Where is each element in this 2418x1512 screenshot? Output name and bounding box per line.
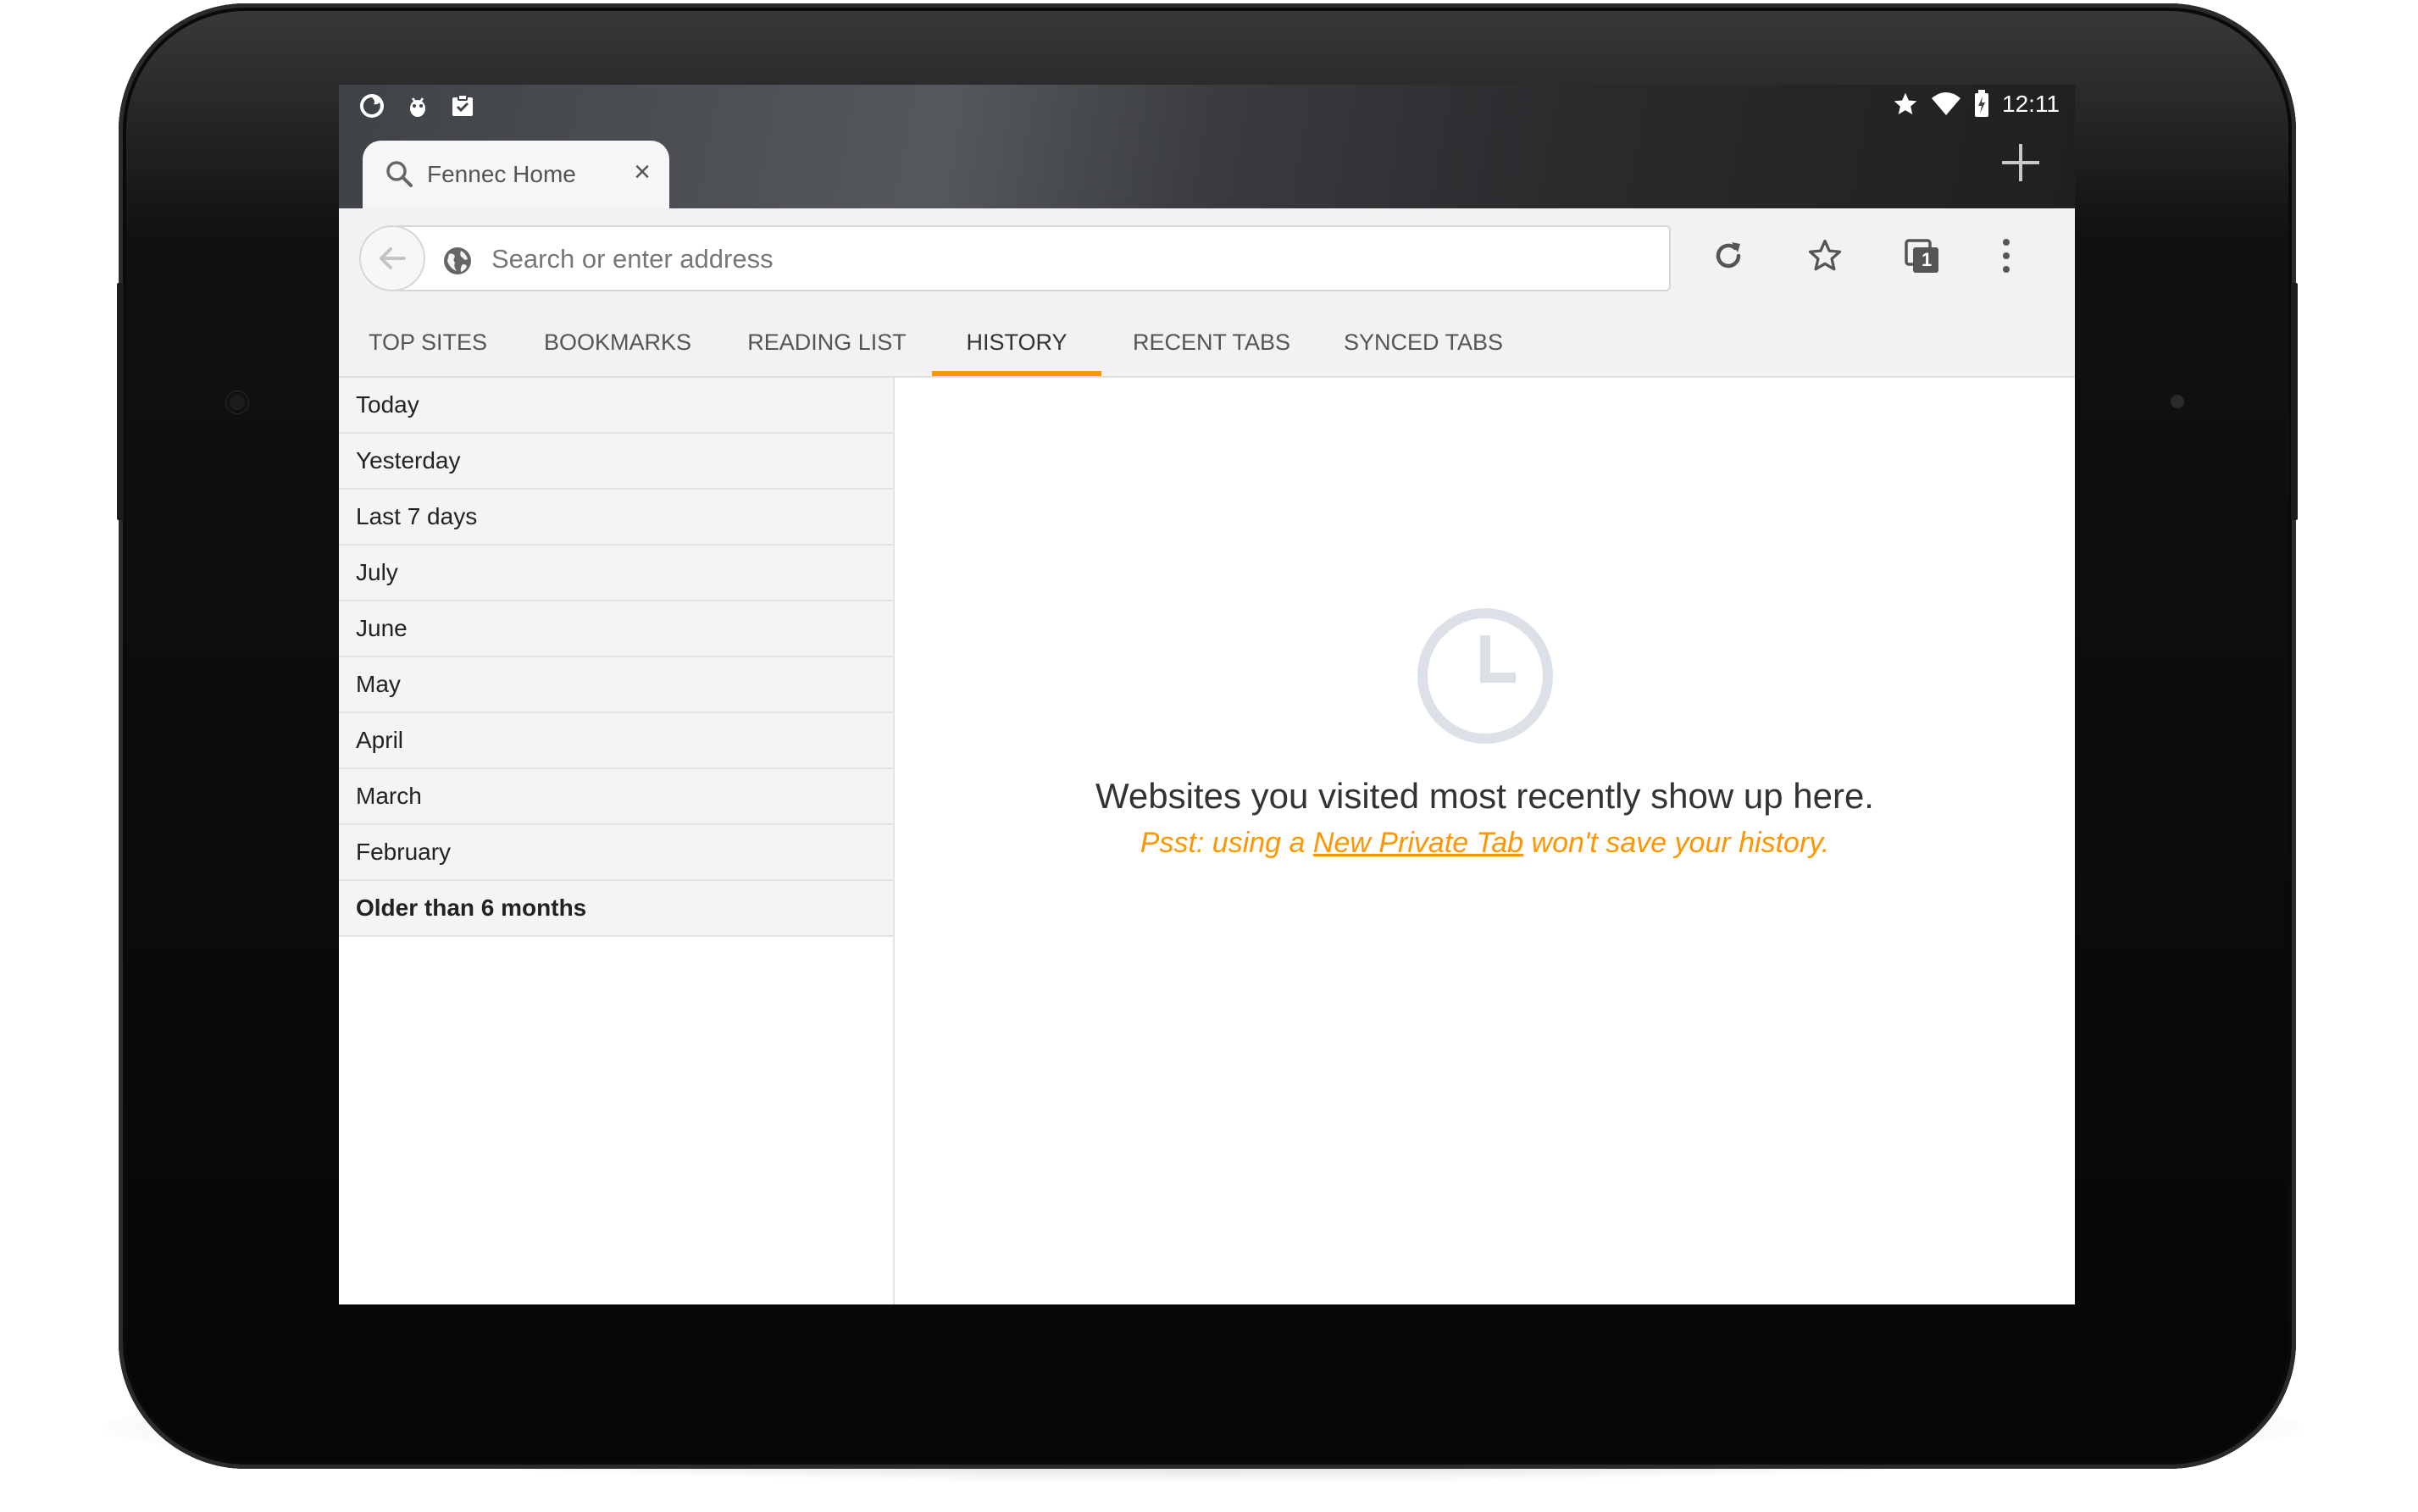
tab-history[interactable]: HISTORY	[932, 308, 1101, 376]
tab-synced-tabs[interactable]: SYNCED TABS	[1322, 308, 1525, 376]
tab-bookmarks[interactable]: BOOKMARKS	[527, 308, 708, 376]
tab-close-icon[interactable]: ×	[634, 156, 651, 189]
device-screen: 12:11 Fennec Home × Search or enter addr…	[339, 85, 2075, 1304]
status-bar: 12:11	[339, 85, 2075, 129]
range-march[interactable]: March	[339, 769, 893, 825]
range-july[interactable]: July	[339, 546, 893, 601]
tab-count: 1	[1922, 249, 1933, 270]
url-bar: 1	[339, 208, 2075, 310]
device-side-button-left	[117, 283, 124, 520]
private-tab-hint: Psst: using a New Private Tab won't save…	[895, 827, 2075, 860]
range-yesterday[interactable]: Yesterday	[339, 434, 893, 490]
device-side-button-right	[2291, 283, 2298, 520]
new-private-tab-link[interactable]: New Private Tab	[1313, 827, 1523, 859]
tab-recent-tabs[interactable]: RECENT TABS	[1110, 308, 1313, 376]
reload-icon	[1716, 242, 1741, 269]
light-sensor	[2171, 395, 2184, 408]
range-june[interactable]: June	[339, 601, 893, 657]
history-empty-state: Websites you visited most recently show …	[895, 378, 2075, 1304]
clock-icon	[1416, 606, 1555, 750]
range-last-7-days[interactable]: Last 7 days	[339, 490, 893, 546]
back-button[interactable]	[359, 225, 425, 291]
tab-title: Fennec Home	[427, 161, 576, 187]
star-icon	[1892, 91, 1919, 118]
firefox-notification-icon	[358, 91, 386, 120]
arrow-left-icon	[380, 247, 406, 269]
globe-icon	[442, 246, 473, 280]
active-tab-indicator	[932, 371, 1101, 376]
search-icon	[385, 159, 413, 192]
android-debug-icon	[405, 91, 430, 120]
new-tab-button[interactable]	[1999, 141, 2043, 189]
range-may[interactable]: May	[339, 657, 893, 713]
tab-reading-list[interactable]: READING LIST	[725, 308, 929, 376]
history-range-list: Today Yesterday Last 7 days July June Ma…	[339, 378, 895, 1304]
tab-top-sites[interactable]: TOP SITES	[347, 308, 508, 376]
front-camera	[226, 391, 248, 413]
reload-button[interactable]	[1710, 237, 1747, 279]
menu-button[interactable]	[1998, 237, 2015, 279]
range-april[interactable]: April	[339, 713, 893, 769]
address-bar[interactable]	[398, 225, 1671, 291]
range-today[interactable]: Today	[339, 378, 893, 434]
browser-tab[interactable]: Fennec Home ×	[363, 141, 669, 208]
bookmark-button[interactable]	[1806, 237, 1844, 279]
hint-suffix: won't save your history.	[1523, 827, 1830, 859]
address-input[interactable]	[490, 234, 1645, 285]
hint-prefix: Psst: using a	[1140, 827, 1313, 859]
empty-message: Websites you visited most recently show …	[1095, 776, 1874, 816]
tablet-device-frame: 12:11 Fennec Home × Search or enter addr…	[117, 3, 2298, 1469]
range-february[interactable]: February	[339, 825, 893, 881]
history-panel: Today Yesterday Last 7 days July June Ma…	[339, 378, 2075, 1304]
clipboard-check-icon	[449, 92, 476, 119]
plus-icon	[2002, 144, 2039, 181]
tabs-counter-button[interactable]: 1	[1903, 237, 1942, 280]
status-time: 12:11	[2002, 91, 2060, 117]
range-older-than-6-months[interactable]: Older than 6 months	[339, 881, 893, 937]
browser-top-chrome: 12:11 Fennec Home ×	[339, 85, 2075, 208]
battery-charging-icon	[1973, 90, 1990, 119]
wifi-icon	[1931, 91, 1961, 117]
panel-tabs: TOP SITES BOOKMARKS READING LIST HISTORY…	[339, 308, 2075, 378]
more-vertical-icon	[2003, 239, 2010, 273]
star-outline-icon	[1808, 239, 1842, 271]
